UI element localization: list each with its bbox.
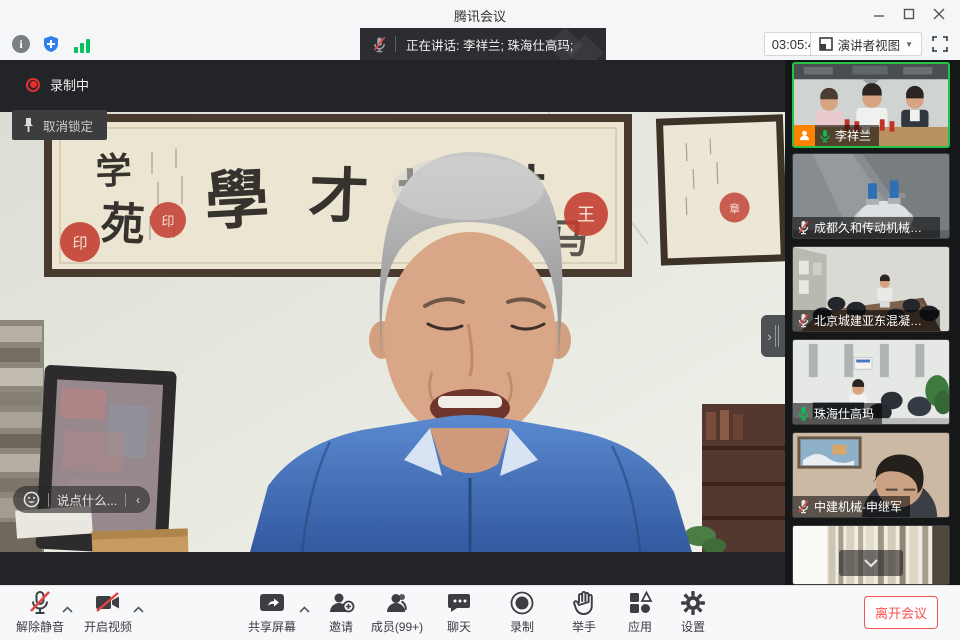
recording-label: 录制中 <box>50 75 89 94</box>
participant-namebar: 成都久和传动机械有限... <box>793 217 940 238</box>
svg-text:王: 王 <box>577 205 595 226</box>
participant-namebar: 珠海仕高玛 <box>793 403 882 424</box>
collapse-left-icon[interactable]: ‹ <box>136 493 140 507</box>
svg-text:印: 印 <box>72 234 87 252</box>
unpin-label: 取消锁定 <box>43 116 93 135</box>
participant-namebar: 李祥兰 <box>794 125 879 146</box>
layout-view-icon <box>819 37 833 51</box>
members-label: 成员(99+) <box>371 618 423 635</box>
members-icon <box>383 590 411 616</box>
invite-person-icon <box>327 590 355 616</box>
raise-hand-button[interactable]: 举手 <box>552 590 616 638</box>
participants-sidebar: 李祥兰 成都久和传动机械有限... <box>785 60 960 585</box>
chat-label: 聊天 <box>447 618 471 635</box>
maximize-button[interactable] <box>894 1 924 27</box>
members-button[interactable]: 成员(99+) <box>365 590 429 638</box>
handle-grip <box>775 325 779 347</box>
pin-icon <box>22 117 35 133</box>
sidebar-collapse-handle[interactable]: › <box>761 315 785 357</box>
unmute-label: 解除静音 <box>16 618 64 635</box>
toast-divider <box>395 36 396 52</box>
video-options-chevron[interactable] <box>131 602 145 616</box>
fullscreen-button[interactable] <box>930 34 950 54</box>
view-selector-button[interactable]: 演讲者视图 ▼ <box>810 32 922 56</box>
security-shield-icon[interactable] <box>42 35 60 53</box>
participant-tile[interactable]: 成都久和传动机械有限... <box>792 153 950 239</box>
mic-muted-icon <box>797 220 810 235</box>
apps-label: 应用 <box>628 618 652 635</box>
participant-namebar: 中建机械-申继军 <box>793 496 910 517</box>
gear-icon <box>680 590 706 616</box>
participant-namebar: 北京城建亚东混凝土有... <box>793 310 940 331</box>
meeting-window: 腾讯会议 i 正在讲话: 李祥兰; 珠海仕高玛; 03:05:43 <box>0 0 960 640</box>
share-screen-button[interactable]: 共享屏幕 <box>240 590 304 638</box>
meeting-header: i 正在讲话: 李祥兰; 珠海仕高玛; 03:05:43 演讲者视图 ▼ <box>0 28 960 60</box>
mic-on-icon <box>819 129 831 143</box>
participant-tile[interactable]: 中建机械-申继军 <box>792 432 950 518</box>
svg-text:才: 才 <box>307 161 369 233</box>
camera-off-icon <box>94 590 122 616</box>
apps-grid-icon <box>627 590 653 616</box>
invite-button[interactable]: 邀请 <box>309 590 373 638</box>
network-signal-icon[interactable] <box>74 35 92 53</box>
invite-label: 邀请 <box>329 618 353 635</box>
window-title: 腾讯会议 <box>0 6 960 25</box>
host-badge-icon <box>794 125 815 146</box>
chat-button[interactable]: 聊天 <box>427 590 491 638</box>
share-screen-label: 共享屏幕 <box>248 618 296 635</box>
titlebar: 腾讯会议 <box>0 0 960 28</box>
view-selector-label: 演讲者视图 <box>838 35 901 54</box>
svg-text:苑: 苑 <box>99 198 146 251</box>
record-button[interactable]: 录制 <box>490 590 554 638</box>
participant-name: 北京城建亚东混凝土有... <box>814 312 932 329</box>
svg-text:印: 印 <box>161 215 174 230</box>
mic-on-icon <box>797 406 810 421</box>
participant-name: 成都久和传动机械有限... <box>814 219 932 236</box>
recording-dot-icon <box>26 78 40 92</box>
mic-options-chevron[interactable] <box>60 602 74 616</box>
chat-icon <box>446 590 472 616</box>
close-button[interactable] <box>924 1 954 27</box>
speaking-toast: 正在讲话: 李祥兰; 珠海仕高玛; <box>360 28 606 60</box>
svg-text:学: 学 <box>95 150 132 193</box>
raise-hand-label: 举手 <box>572 618 596 635</box>
participant-tile[interactable] <box>792 525 950 585</box>
meeting-info-icon[interactable]: i <box>12 35 30 53</box>
scroll-down-button[interactable] <box>839 550 903 576</box>
main-video-stage: 学 苑 學 才 梯 甘 马 印 印 王 <box>0 60 785 585</box>
window-controls <box>864 0 954 28</box>
emoji-icon[interactable] <box>23 491 40 508</box>
settings-button[interactable]: 设置 <box>661 590 725 638</box>
participant-tile[interactable]: 李祥兰 <box>792 62 950 148</box>
quick-message-bar[interactable]: 说点什么... ‹ <box>13 486 150 513</box>
participant-name: 李祥兰 <box>835 127 871 144</box>
chevron-down-icon: ▼ <box>905 40 913 49</box>
participant-name: 珠海仕高玛 <box>814 405 874 422</box>
record-icon <box>509 590 535 616</box>
pill-divider <box>125 493 126 507</box>
share-screen-icon <box>258 590 286 616</box>
svg-text:章: 章 <box>729 201 740 215</box>
record-label: 录制 <box>510 618 534 635</box>
message-placeholder: 说点什么... <box>57 490 117 509</box>
participant-name: 中建机械-申继军 <box>814 498 902 515</box>
svg-text:學: 學 <box>203 162 271 240</box>
raise-hand-icon <box>572 590 596 616</box>
settings-label: 设置 <box>681 618 705 635</box>
pill-divider <box>48 493 49 507</box>
participant-tile[interactable]: 北京城建亚东混凝土有... <box>792 246 950 332</box>
mic-muted-icon <box>797 313 810 328</box>
meeting-toolbar: 解除静音 开启视频 共享屏幕 邀请 <box>0 585 960 640</box>
mic-muted-icon <box>797 499 810 514</box>
recording-indicator: 录制中 <box>26 75 89 94</box>
start-video-label: 开启视频 <box>84 618 132 635</box>
unpin-button[interactable]: 取消锁定 <box>12 110 107 140</box>
toast-muted-mic-icon <box>372 36 387 53</box>
leave-meeting-button[interactable]: 离开会议 <box>864 596 938 629</box>
participant-tile[interactable]: 珠海仕高玛 <box>792 339 950 425</box>
mic-muted-icon <box>27 590 53 616</box>
minimize-button[interactable] <box>864 1 894 27</box>
chevron-right-icon: › <box>767 329 771 344</box>
